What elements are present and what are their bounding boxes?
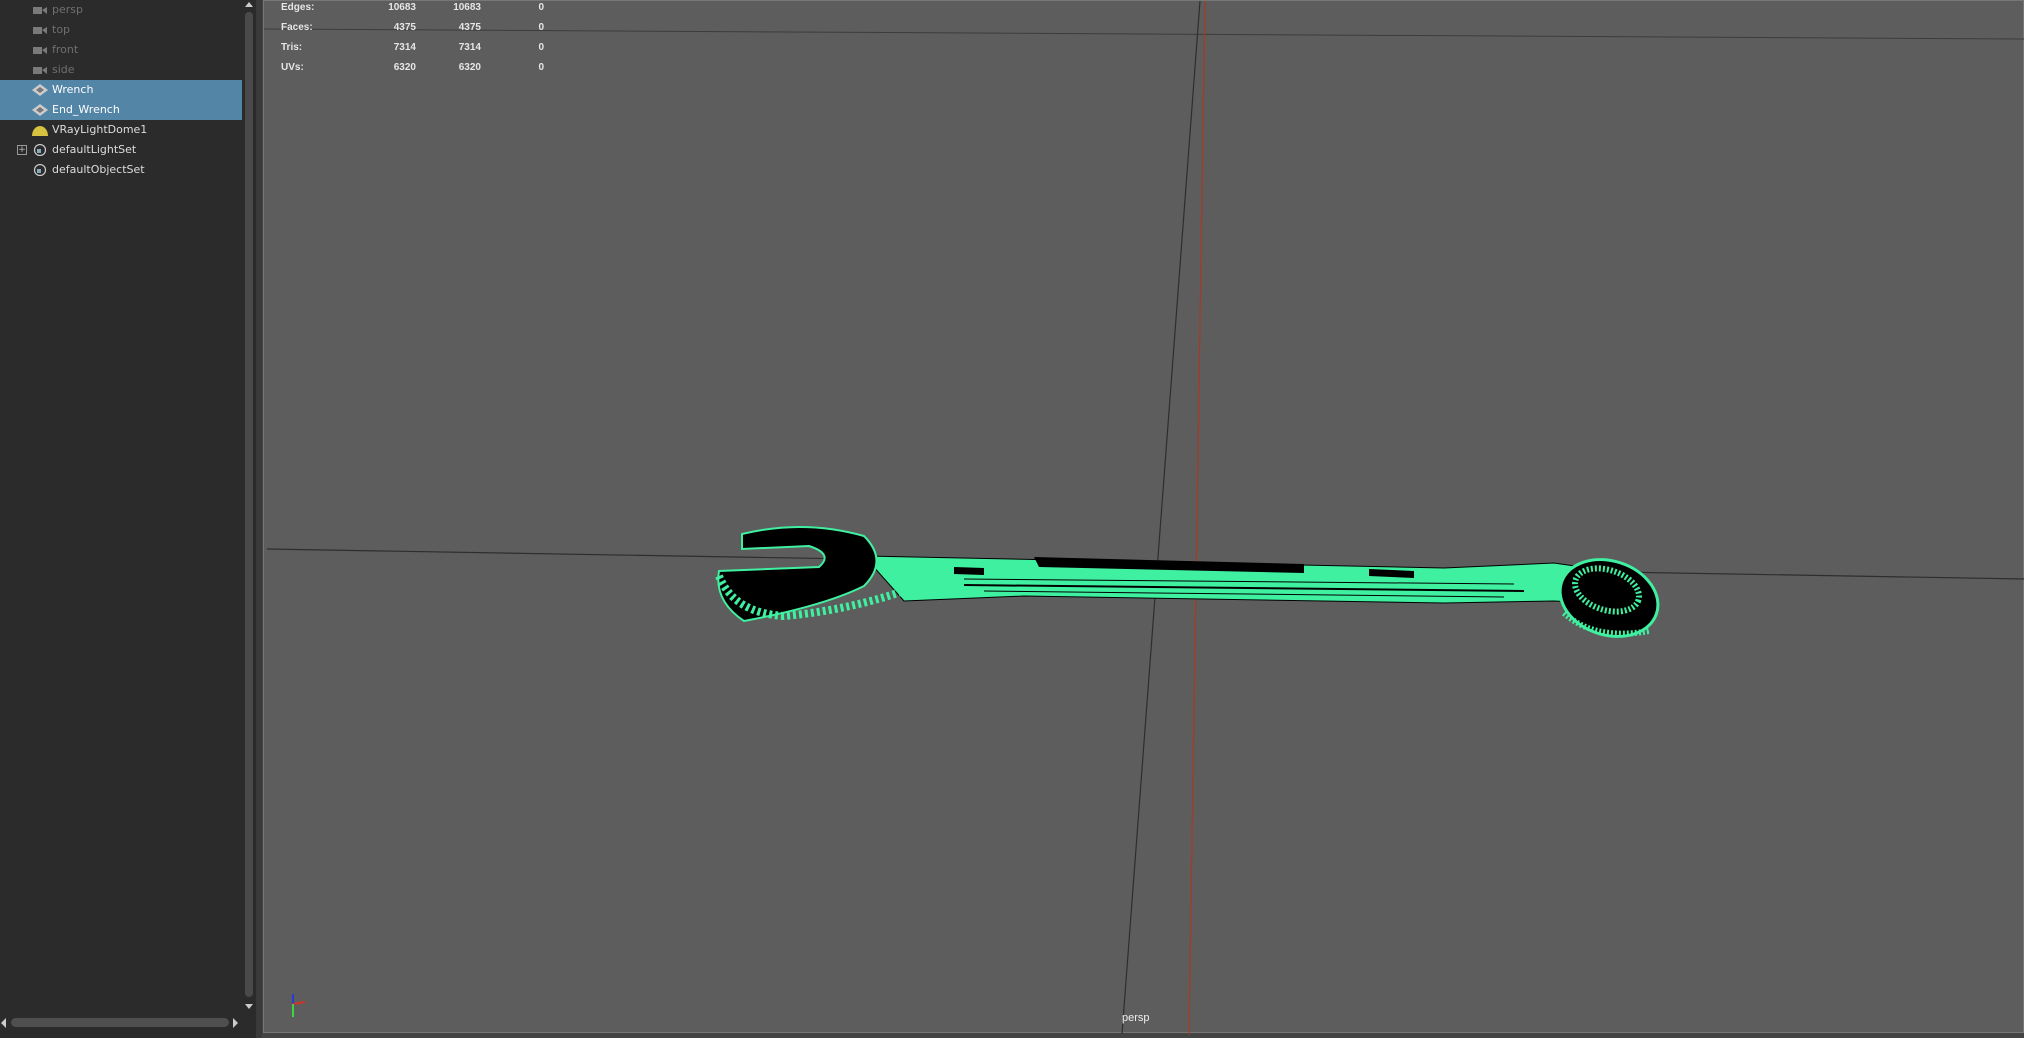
outliner-item-persp[interactable]: persp — [0, 0, 242, 20]
set-icon — [33, 144, 47, 156]
grid-axis-line — [1121, 1, 1201, 1034]
x-axis-line — [1188, 1, 1206, 1034]
outliner-horizontal-scrollbar[interactable] — [0, 1016, 242, 1030]
camera-icon — [33, 67, 47, 74]
outliner-item-defaultobjectset[interactable]: defaultObjectSet — [0, 160, 242, 180]
scrollbar-thumb[interactable] — [11, 1018, 229, 1027]
scroll-up-arrow[interactable] — [245, 2, 253, 7]
scene-canvas — [264, 1, 2024, 1034]
axis-gizmo — [292, 994, 306, 1017]
panel-splitter[interactable] — [256, 0, 262, 1038]
outliner-item-front[interactable]: front — [0, 40, 242, 60]
scroll-right-arrow[interactable] — [233, 1018, 238, 1028]
mesh-icon — [32, 84, 48, 96]
camera-icon — [33, 47, 47, 54]
scrollbar-thumb[interactable] — [245, 12, 253, 997]
outliner-item-top[interactable]: top — [0, 20, 242, 40]
hud-row-faces: Faces: 4375 4375 0 — [281, 22, 544, 33]
outliner-item-wrench[interactable]: Wrench — [0, 80, 242, 100]
outliner-panel: persp top front side Wrench End_Wrench V… — [0, 0, 256, 1038]
camera-icon — [33, 27, 47, 34]
hud-row-edges: Edges: 10683 10683 0 — [281, 2, 544, 13]
set-icon — [33, 164, 47, 176]
outliner-list: persp top front side Wrench End_Wrench V… — [0, 0, 242, 1010]
outliner-item-side[interactable]: side — [0, 60, 242, 80]
hud-row-uvs: UVs: 6320 6320 0 — [281, 62, 544, 73]
scroll-down-arrow[interactable] — [245, 1004, 253, 1009]
dome-light-icon — [32, 126, 48, 136]
scroll-left-arrow[interactable] — [1, 1018, 6, 1028]
3d-viewport[interactable]: Edges: 10683 10683 0 Faces: 4375 4375 0 … — [263, 0, 2024, 1034]
hud-row-tris: Tris: 7314 7314 0 — [281, 42, 544, 53]
mesh-icon — [32, 104, 48, 116]
outliner-item-defaultlightset[interactable]: + defaultLightSet — [0, 140, 242, 160]
outliner-item-vraylightdome1[interactable]: VRayLightDome1 — [0, 120, 242, 140]
expand-toggle[interactable]: + — [17, 145, 27, 155]
wrench-wireframe — [715, 526, 1660, 638]
camera-label: persp — [1122, 1012, 1150, 1024]
camera-icon — [33, 7, 47, 14]
outliner-vertical-scrollbar[interactable] — [243, 0, 255, 1012]
outliner-item-end-wrench[interactable]: End_Wrench — [0, 100, 242, 120]
